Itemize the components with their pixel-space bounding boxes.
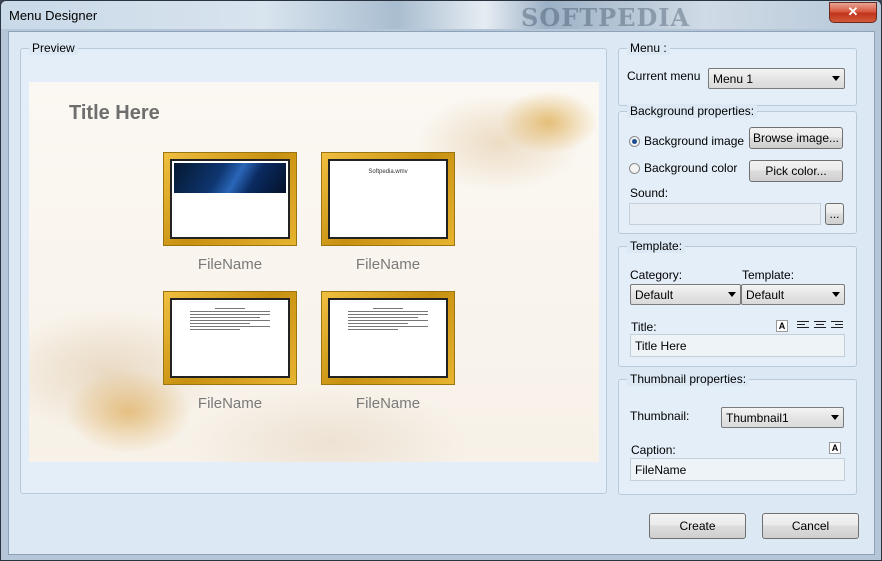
close-button[interactable]: ✕ [829,2,877,23]
align-right-icon[interactable] [831,321,843,331]
chevron-down-icon [831,415,839,420]
thumbnail-select[interactable]: Thumbnail1 [721,407,844,428]
close-icon: ✕ [847,4,859,19]
preview-thumbnail[interactable]: Softpedia.wmv [321,152,455,246]
sound-field[interactable] [629,203,821,225]
background-image-radio[interactable] [629,136,640,147]
font-icon[interactable]: A [776,320,788,332]
current-menu-label: Current menu [627,69,701,83]
background-group: Background properties: Background image … [618,104,857,234]
chevron-down-icon [832,292,840,297]
template-label: Template: [742,268,795,282]
preview-title: Title Here [69,102,160,124]
title-bar[interactable]: Menu Designer SOFTPEDIA ✕ [1,1,881,32]
background-image-label[interactable]: Background image [644,134,744,148]
preview-group: Preview Title Here FileName Softpedia.wm… [20,41,607,494]
align-left-icon[interactable] [797,321,809,331]
thumbnail-properties-legend: Thumbnail properties: [627,372,750,386]
title-field[interactable]: Title Here [630,334,845,357]
current-menu-select[interactable]: Menu 1 [708,68,845,89]
menu-designer-window: Menu Designer SOFTPEDIA ✕ Preview Title … [0,0,882,561]
chevron-down-icon [832,76,840,81]
thumbnail-label: Thumbnail: [630,409,690,423]
thumbnail-heading: Softpedia.wmv [368,169,408,175]
pick-color-button[interactable]: Pick color... [749,160,843,182]
template-group: Template: Category: Template: Default De… [618,239,857,367]
watermark-logo: SOFTPEDIA [521,3,691,32]
align-center-icon[interactable] [814,321,826,331]
caption-field[interactable]: FileName [630,458,845,481]
sound-label: Sound: [630,186,669,200]
preview-canvas: Title Here FileName Softpedia.wmv FileNa… [29,82,599,462]
thumbnail-image [174,163,286,193]
dialog-body: Preview Title Here FileName Softpedia.wm… [8,31,875,555]
template-legend: Template: [627,239,686,253]
caption-label: Caption: [631,443,676,457]
browse-image-button[interactable]: Browse image... [749,127,843,149]
sound-browse-button[interactable]: ... [825,203,844,225]
background-legend: Background properties: [627,104,758,118]
thumbnail-document [190,308,270,332]
chevron-down-icon [728,292,736,297]
cancel-button[interactable]: Cancel [762,513,859,539]
preview-thumbnail[interactable] [163,291,297,385]
preview-legend: Preview [29,41,78,55]
category-select[interactable]: Default [630,284,741,305]
category-label: Category: [630,268,683,282]
thumbnail-caption: FileName [355,256,421,273]
title-label: Title: [631,320,657,334]
font-icon[interactable]: A [829,442,841,454]
preview-thumbnail[interactable] [321,291,455,385]
create-button[interactable]: Create [649,513,746,539]
background-color-radio[interactable] [629,163,640,174]
thumbnail-caption: FileName [197,395,263,412]
menu-legend: Menu : [627,41,670,55]
thumbnail-document [348,308,428,332]
thumbnail-caption: FileName [197,256,263,273]
menu-group: Menu : Current menu Menu 1 [618,41,857,106]
thumbnail-properties-group: Thumbnail properties: Thumbnail: Thumbna… [618,372,857,495]
window-title: Menu Designer [9,8,98,23]
template-select[interactable]: Default [741,284,845,305]
thumbnail-caption: FileName [355,395,421,412]
background-color-label[interactable]: Background color [644,161,737,175]
preview-thumbnail[interactable] [163,152,297,246]
